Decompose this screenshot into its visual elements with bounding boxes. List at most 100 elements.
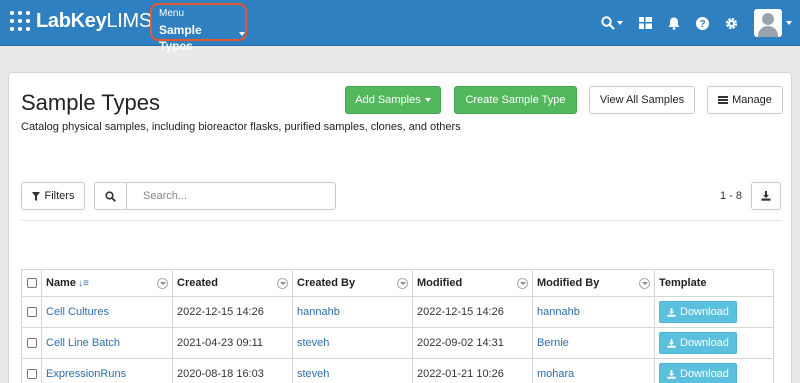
app-logo[interactable]: LabKeyLIMS [8, 9, 152, 33]
row-select-cell [21, 358, 42, 383]
column-menu-icon[interactable] [277, 278, 288, 289]
filter-icon [31, 191, 40, 201]
menu-current-value: Sample Types [159, 23, 202, 53]
search-menu-button[interactable] [601, 16, 623, 30]
sample-types-table: Name ↓≡ Created Created By Modified Modif… [21, 269, 774, 383]
logo-icon [8, 9, 32, 33]
sample-type-name-link[interactable]: ExpressionRuns [41, 358, 173, 383]
table-row: ExpressionRuns 2020-08-18 16:03 steveh 2… [21, 358, 774, 383]
chevron-down-icon [786, 21, 792, 25]
filters-label: Filters [44, 190, 75, 202]
template-cell: Download [654, 327, 774, 359]
column-header-modified-by[interactable]: Modified By [532, 269, 655, 297]
column-label: Modified [417, 277, 463, 289]
created-by-link[interactable]: steveh [292, 358, 413, 383]
modified-by-link[interactable]: mohara [532, 358, 655, 383]
modified-cell: 2022-09-02 14:31 [412, 327, 533, 359]
view-all-samples-label: View All Samples [599, 94, 685, 106]
sample-type-name-link[interactable]: Cell Line Batch [41, 327, 173, 359]
row-select-cell [21, 327, 42, 359]
column-header-modified[interactable]: Modified [412, 269, 533, 297]
pagination-count: 1 - 8 [720, 190, 743, 202]
download-template-button[interactable]: Download [659, 363, 737, 383]
brand-suffix: LIMS [106, 9, 152, 32]
sample-type-name-link[interactable]: Cell Cultures [41, 296, 173, 328]
search-icon [601, 16, 615, 30]
add-samples-button[interactable]: Add Samples [345, 86, 441, 114]
create-sample-type-label: Create Sample Type [465, 94, 566, 106]
grid-icon [639, 17, 652, 29]
row-select-cell [21, 296, 42, 328]
column-menu-icon[interactable] [397, 278, 408, 289]
column-label: Created [177, 277, 218, 289]
select-all-checkbox[interactable] [26, 278, 37, 289]
notifications-button[interactable] [668, 17, 680, 30]
menu-icon [718, 96, 729, 104]
sort-icon: ↓≡ [77, 278, 89, 289]
column-header-template: Template [654, 269, 774, 297]
modified-cell: 2022-01-21 10:26 [412, 358, 533, 383]
column-label: Created By [297, 277, 356, 289]
modified-by-link[interactable]: hannahb [532, 296, 655, 328]
download-icon [761, 191, 771, 201]
template-cell: Download [654, 296, 774, 328]
created-cell: 2022-12-15 14:26 [172, 296, 293, 328]
table-header-row: Name ↓≡ Created Created By Modified Modif… [21, 269, 774, 297]
created-cell: 2020-08-18 16:03 [172, 358, 293, 383]
column-label: Modified By [537, 277, 600, 289]
view-all-samples-button[interactable]: View All Samples [589, 86, 695, 114]
user-menu-button[interactable] [754, 9, 792, 37]
search-box [94, 182, 336, 210]
manage-button[interactable]: Manage [707, 86, 783, 114]
row-checkbox[interactable] [26, 369, 37, 380]
main-panel: Sample Types Catalog physical samples, i… [8, 72, 792, 383]
divider [21, 220, 781, 221]
column-label: Name [46, 277, 76, 289]
download-template-button[interactable]: Download [659, 332, 737, 354]
top-nav-bar: LabKeyLIMS Menu Sample Types ? [0, 0, 800, 53]
download-label: Download [680, 368, 729, 380]
download-icon [667, 369, 676, 379]
column-header-name[interactable]: Name ↓≡ [41, 269, 173, 297]
create-sample-type-button[interactable]: Create Sample Type [454, 86, 577, 114]
column-menu-icon[interactable] [157, 278, 168, 289]
column-header-created-by[interactable]: Created By [292, 269, 413, 297]
download-template-button[interactable]: Download [659, 301, 737, 323]
settings-button[interactable] [725, 17, 738, 30]
manage-label: Manage [732, 94, 772, 106]
row-checkbox[interactable] [26, 338, 37, 349]
page-description: Catalog physical samples, including bior… [21, 121, 461, 133]
page-title: Sample Types [21, 90, 161, 115]
created-by-link[interactable]: hannahb [292, 296, 413, 328]
nav-icons: ? [585, 0, 800, 46]
apps-button[interactable] [639, 17, 652, 29]
row-checkbox[interactable] [26, 307, 37, 318]
column-header-created[interactable]: Created [172, 269, 293, 297]
gear-icon [725, 17, 738, 29]
table-row: Cell Line Batch 2021-04-23 09:11 steveh … [21, 327, 774, 359]
created-by-link[interactable]: steveh [292, 327, 413, 359]
template-cell: Download [654, 358, 774, 383]
column-menu-icon[interactable] [517, 278, 528, 289]
svg-text:?: ? [699, 19, 705, 30]
add-samples-label: Add Samples [355, 94, 421, 106]
modified-by-link[interactable]: Bernie [532, 327, 655, 359]
export-button[interactable] [751, 182, 781, 210]
created-cell: 2021-04-23 09:11 [172, 327, 293, 359]
table-row: Cell Cultures 2022-12-15 14:26 hannahb 2… [21, 296, 774, 328]
download-label: Download [680, 337, 729, 349]
search-input[interactable] [127, 183, 335, 209]
chevron-down-icon [239, 32, 245, 36]
filters-button[interactable]: Filters [21, 182, 85, 210]
chevron-down-icon [617, 21, 623, 25]
menu-label: Menu [159, 8, 185, 19]
column-menu-icon[interactable] [639, 278, 650, 289]
help-button[interactable]: ? [696, 16, 709, 30]
download-icon [667, 338, 676, 348]
download-icon [667, 307, 676, 317]
brand-name: LabKey [36, 9, 107, 32]
column-label: Template [659, 277, 707, 289]
product-menu[interactable]: Menu Sample Types [150, 3, 247, 53]
chevron-down-icon [424, 98, 431, 102]
select-all-cell [21, 269, 42, 297]
